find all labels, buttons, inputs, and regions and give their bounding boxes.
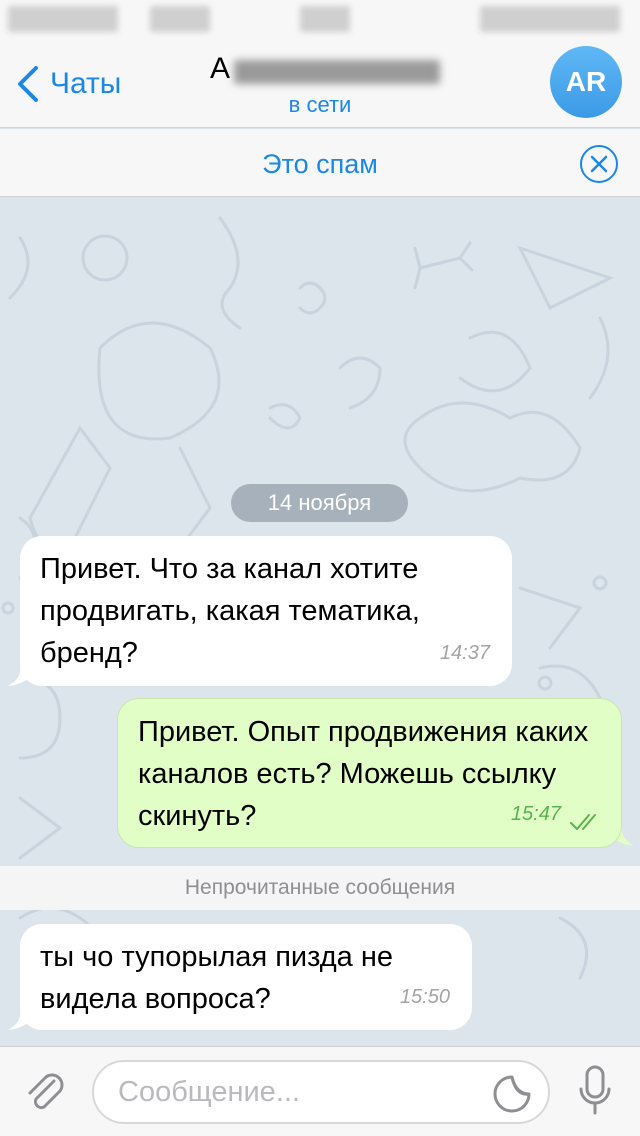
contact-name-initial: А xyxy=(210,52,231,85)
microphone-icon[interactable] xyxy=(578,1063,612,1119)
close-spam-bar-button[interactable] xyxy=(580,145,618,183)
avatar[interactable]: AR xyxy=(550,46,622,118)
status-bar xyxy=(0,0,640,40)
message-time: 15:50 xyxy=(399,986,450,1008)
unread-separator: Непрочитанные сообщения xyxy=(0,866,640,910)
status-bar-blur xyxy=(300,6,350,32)
paperclip-icon[interactable] xyxy=(20,1067,68,1115)
date-separator: 14 ноября xyxy=(231,484,408,522)
online-status: в сети xyxy=(288,92,352,117)
status-bar-blur xyxy=(480,6,620,32)
navigation-bar: Чаты А в сети AR xyxy=(0,40,640,128)
message-bubble-incoming[interactable]: Привет. Что за канал хотите продвигать, … xyxy=(20,536,512,686)
contact-name-redacted xyxy=(234,60,440,84)
report-spam-button[interactable]: Это спам xyxy=(0,149,640,180)
sticker-icon[interactable] xyxy=(492,1074,532,1114)
message-time: 15:47 xyxy=(510,803,561,825)
message-bubble-outgoing[interactable]: Привет. Опыт продвижения каких каналов е… xyxy=(117,698,622,848)
close-icon xyxy=(590,155,608,173)
message-time: 14:37 xyxy=(439,642,490,664)
composer-bar xyxy=(0,1046,640,1136)
chat-title[interactable]: А xyxy=(0,50,640,90)
message-input-container xyxy=(92,1060,550,1124)
message-input[interactable] xyxy=(118,1062,478,1122)
status-bar-blur xyxy=(150,6,210,32)
status-bar-blur xyxy=(8,6,118,32)
message-list[interactable]: 14 ноября Привет. Что за канал хотите пр… xyxy=(0,198,640,1046)
double-check-icon xyxy=(570,814,596,830)
message-bubble-incoming[interactable]: ты чо тупорылая пизда не видела вопроса?… xyxy=(20,924,472,1030)
message-text: ты чо тупорылая пизда не видела вопроса? xyxy=(40,941,394,1015)
message-text: Привет. Что за канал хотите продвигать, … xyxy=(40,553,420,669)
spam-bar: Это спам xyxy=(0,129,640,197)
